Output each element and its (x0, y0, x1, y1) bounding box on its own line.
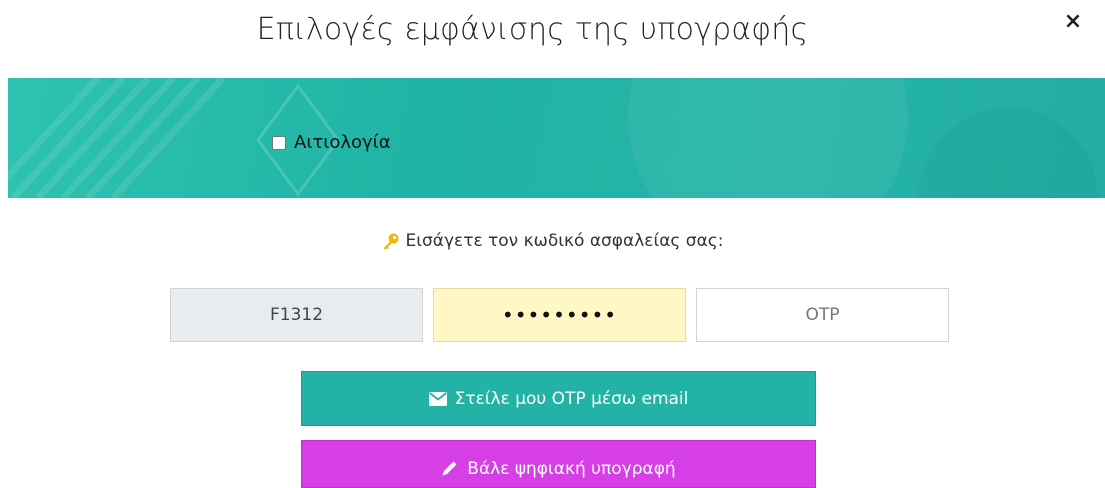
username-field[interactable] (170, 288, 423, 342)
send-otp-email-label: Στείλε μου OTP μέσω email (454, 388, 689, 409)
pencil-icon (441, 459, 459, 477)
digital-sign-label: Βάλε ψηφιακή υπογραφή (467, 459, 676, 479)
close-button[interactable]: × (1061, 10, 1085, 34)
otp-field[interactable] (696, 288, 949, 342)
envelope-icon (428, 391, 447, 406)
credentials-row (170, 288, 949, 342)
reason-banner: Αιτιολογία (8, 78, 1105, 198)
dialog-title: Επιλογές εμφάνισης της υπογραφής (256, 12, 809, 47)
signature-options-dialog: Επιλογές εμφάνισης της υπογραφής × Αιτιο… (0, 0, 1105, 488)
banner-decoration (8, 78, 908, 198)
digital-sign-button[interactable]: Βάλε ψηφιακή υπογραφή (301, 440, 816, 488)
password-field[interactable] (433, 288, 686, 342)
reason-label: Αιτιολογία (294, 132, 391, 153)
security-code-prompt: Εισάγετε τον κωδικό ασφαλείας σας: (0, 231, 1105, 251)
prompt-text: Εισάγετε τον κωδικό ασφαλείας σας: (405, 231, 724, 251)
reason-checkbox[interactable] (272, 135, 286, 150)
send-otp-email-button[interactable]: Στείλε μου OTP μέσω email (301, 371, 816, 426)
reason-option: Αιτιολογία (272, 132, 391, 153)
key-icon (382, 232, 400, 250)
close-icon: × (1063, 9, 1083, 34)
